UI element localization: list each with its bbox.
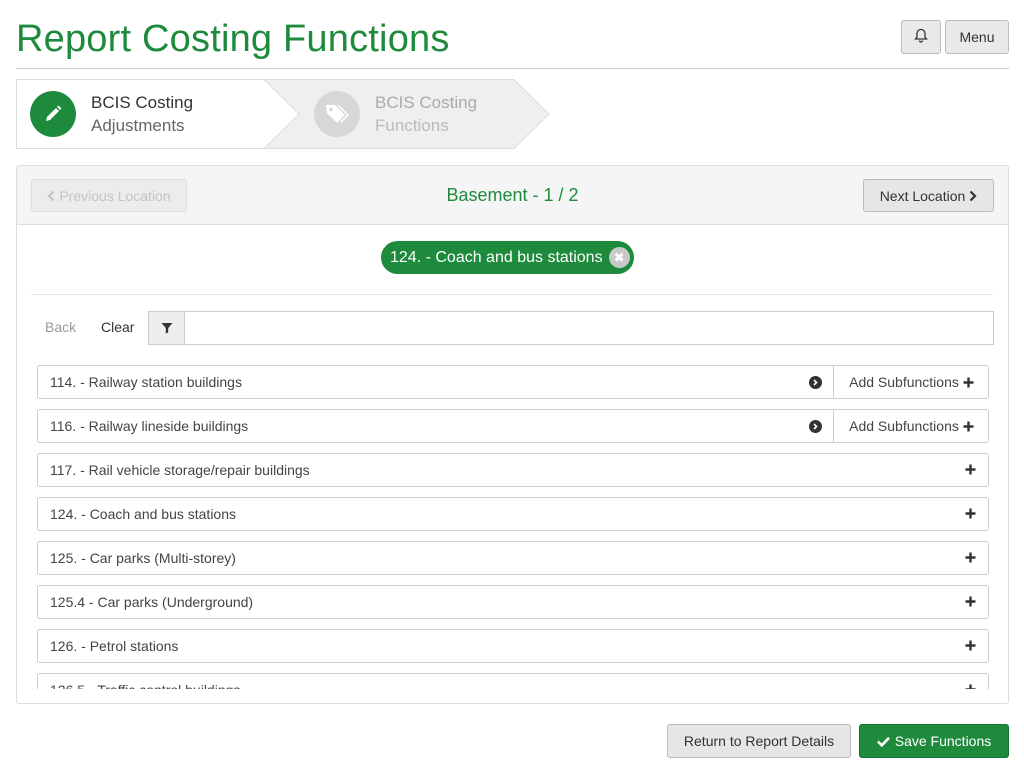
next-location-button[interactable]: Next Location [863,179,994,212]
function-label: 124. - Coach and bus stations [50,506,237,522]
plus-icon [963,421,974,432]
menu-button[interactable]: Menu [945,20,1009,54]
add-function-plus-icon[interactable] [965,552,976,563]
function-label: 126.5 - Traffic control buildings [50,682,240,689]
chevron-circle-right-icon[interactable] [809,420,822,433]
add-subfunctions-label: Add Subfunctions [849,418,959,434]
add-function-plus-icon[interactable] [965,640,976,651]
function-row[interactable]: 117. - Rail vehicle storage/repair build… [37,453,989,487]
plus-icon [963,377,974,388]
wizard-step-title: BCIS Costing [91,92,194,112]
function-label: 114. - Railway station buildings [50,374,242,390]
header-divider [16,68,1009,69]
function-row[interactable]: 114. - Railway station buildings Add Subf… [37,365,989,399]
wizard-steps: BCIS Costing Adjustments BCIS Costing Fu… [16,79,556,149]
check-icon [876,736,895,747]
chip-label: 124. - Coach and bus stations [390,248,603,266]
filter-input[interactable] [185,311,994,345]
location-nav: Previous Location Basement - 1 / 2 Next … [17,166,1008,225]
save-functions-label: Save Functions [894,733,992,749]
divider [31,294,993,295]
wizard-step-adjustments[interactable]: BCIS Costing Adjustments [30,79,193,149]
function-row[interactable]: 116. - Railway lineside buildings Add Sub… [37,409,989,443]
pencil-icon [30,91,76,137]
tags-icon [314,91,360,137]
page-title: Report Costing Functions [16,18,450,60]
return-to-report-details-button[interactable]: Return to Report Details [667,724,851,758]
bell-icon [914,28,928,46]
add-function-plus-icon[interactable] [965,464,976,475]
selected-function-chip: 124. - Coach and bus stations ✖ [381,241,634,274]
function-label: 116. - Railway lineside buildings [50,418,249,434]
wizard-step-title: BCIS Costing [375,92,478,112]
chevron-right-icon [969,190,977,202]
add-function-plus-icon[interactable] [965,684,976,689]
location-title: Basement - 1 / 2 [446,185,579,205]
functions-panel: Previous Location Basement - 1 / 2 Next … [16,165,1009,704]
function-row[interactable]: 126. - Petrol stations [37,629,989,663]
add-subfunctions-label: Add Subfunctions [849,374,959,390]
wizard-step-functions[interactable]: BCIS Costing Functions [314,79,477,149]
back-link[interactable]: Back [45,319,76,335]
function-label: 126. - Petrol stations [50,638,179,654]
add-subfunctions-button[interactable]: Add Subfunctions [833,366,989,398]
chevron-circle-right-icon[interactable] [809,376,822,389]
wizard-step-subtitle: Functions [375,115,449,135]
function-label: 125. - Car parks (Multi-storey) [50,550,236,566]
function-label: 117. - Rail vehicle storage/repair build… [50,462,310,478]
notifications-button[interactable] [901,20,941,54]
add-function-plus-icon[interactable] [965,596,976,607]
save-functions-button[interactable]: Save Functions [859,724,1009,758]
function-row[interactable]: 125. - Car parks (Multi-storey) [37,541,989,575]
filter-bar: Back Clear [31,311,994,345]
next-location-label: Next Location [879,187,966,204]
clear-link[interactable]: Clear [101,319,134,335]
function-row[interactable]: 126.5 - Traffic control buildings [37,673,989,689]
filter-icon[interactable] [148,311,185,345]
function-row[interactable]: 124. - Coach and bus stations [37,497,989,531]
function-list: 114. - Railway station buildings Add Subf… [37,365,989,689]
wizard-step-subtitle: Adjustments [91,115,185,135]
remove-chip-icon[interactable]: ✖ [608,247,630,268]
add-function-plus-icon[interactable] [965,508,976,519]
add-subfunctions-button[interactable]: Add Subfunctions [833,410,989,442]
function-row[interactable]: 125.4 - Car parks (Underground) [37,585,989,619]
function-label: 125.4 - Car parks (Underground) [50,594,254,610]
